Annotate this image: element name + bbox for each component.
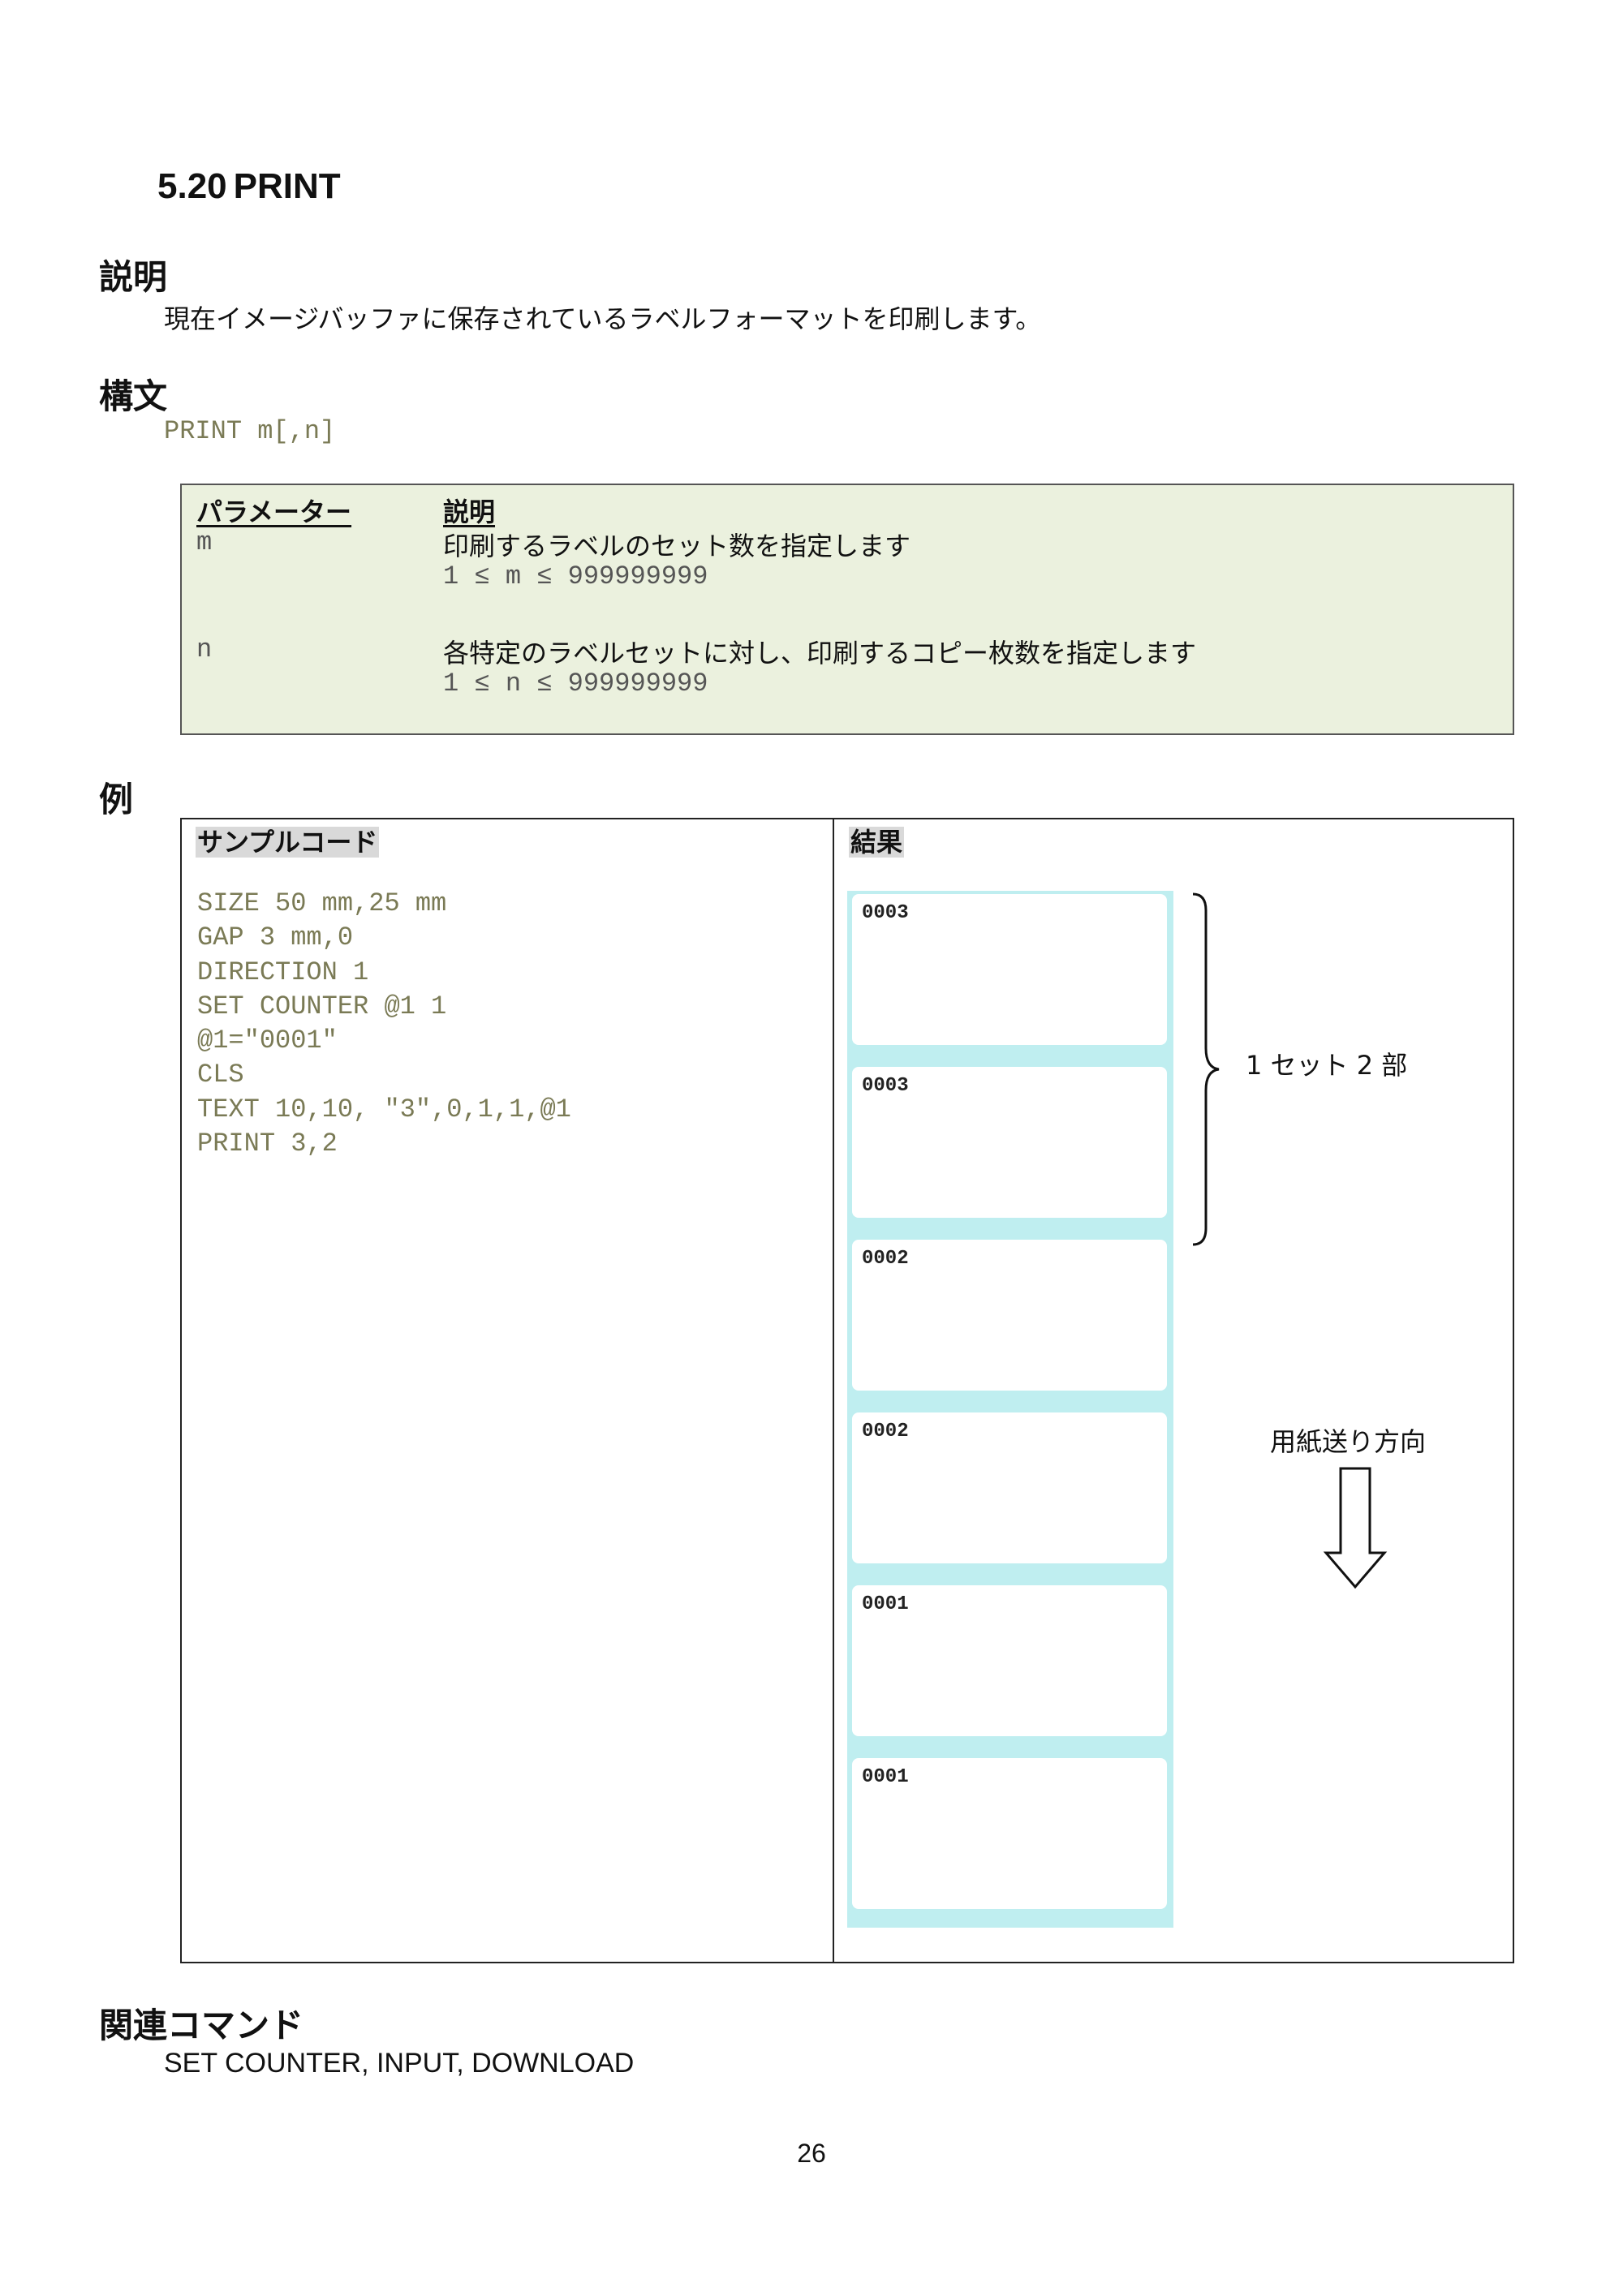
sample-code: SIZE 50 mm,25 mm GAP 3 mm,0 DIRECTION 1 SET… xyxy=(197,887,571,1161)
label-number: 0002 xyxy=(862,1248,909,1270)
parameter-table: パラメーター 説明 m 印刷するラベルのセット数を指定します 1 ≤ m ≤ 9… xyxy=(180,484,1514,735)
printed-label: 0003 xyxy=(852,894,1167,1045)
result-column-header-wrap: 結果 xyxy=(849,822,905,859)
description-text: 現在イメージバッファに保存されているラベルフォーマットを印刷します。 xyxy=(164,303,1042,334)
feed-direction-label: 用紙送り方向 xyxy=(1270,1426,1427,1457)
section-title: 5.20 PRINT xyxy=(157,166,341,207)
param-range-n: 1 ≤ n ≤ 999999999 xyxy=(443,669,708,699)
param-range-m: 1 ≤ m ≤ 999999999 xyxy=(443,561,708,591)
label-number: 0001 xyxy=(862,1766,909,1788)
label-number: 0001 xyxy=(862,1593,909,1615)
param-desc-header: 説明 xyxy=(443,497,496,527)
example-table-divider xyxy=(833,818,834,1963)
down-arrow-icon xyxy=(1323,1467,1388,1589)
printed-label: 0002 xyxy=(852,1412,1167,1563)
param-name-n: n xyxy=(196,634,213,664)
section-name: PRINT xyxy=(233,166,341,206)
param-desc-m: 印刷するラベルのセット数を指定します xyxy=(443,531,911,561)
param-desc-n: 各特定のラベルセットに対し、印刷するコピー枚数を指定します xyxy=(443,638,1197,669)
printed-label: 0003 xyxy=(852,1067,1167,1218)
printed-label: 0002 xyxy=(852,1240,1167,1391)
code-line: PRINT 3,2 xyxy=(197,1129,338,1159)
code-line: SET COUNTER @1 1 xyxy=(197,991,447,1021)
code-line: SIZE 50 mm,25 mm xyxy=(197,888,447,918)
param-name-m: m xyxy=(196,527,213,557)
code-line: GAP 3 mm,0 xyxy=(197,922,354,953)
code-line: DIRECTION 1 xyxy=(197,957,369,987)
code-line: CLS xyxy=(197,1060,244,1090)
description-heading: 説明 xyxy=(99,257,168,297)
label-strip-image: 0003 0003 0002 0002 0001 0001 xyxy=(847,891,1173,1928)
code-line: @1="0001" xyxy=(197,1025,338,1056)
label-number: 0003 xyxy=(862,902,909,924)
code-line: TEXT 10,10, "3",0,1,1,@1 xyxy=(197,1094,571,1124)
label-number: 0003 xyxy=(862,1075,909,1097)
result-column-header: 結果 xyxy=(849,827,905,858)
example-heading: 例 xyxy=(99,780,134,819)
set-annotation: 1 セット 2 部 xyxy=(1246,1050,1408,1081)
syntax-heading: 構文 xyxy=(99,376,168,416)
section-number: 5.20 xyxy=(157,166,227,206)
related-commands: SET COUNTER, INPUT, DOWNLOAD xyxy=(164,2048,635,2079)
syntax-code: PRINT m[,n] xyxy=(164,416,336,446)
related-heading: 関連コマンド xyxy=(99,2006,304,2045)
page-number: 26 xyxy=(797,2139,826,2168)
label-number: 0002 xyxy=(862,1421,909,1443)
printed-label: 0001 xyxy=(852,1585,1167,1736)
code-column-header: サンプルコード xyxy=(196,827,380,858)
code-column-header-wrap: サンプルコード xyxy=(196,822,380,859)
printed-label: 0001 xyxy=(852,1758,1167,1909)
param-header: パラメーター xyxy=(196,497,352,527)
brace-icon xyxy=(1192,892,1220,1246)
